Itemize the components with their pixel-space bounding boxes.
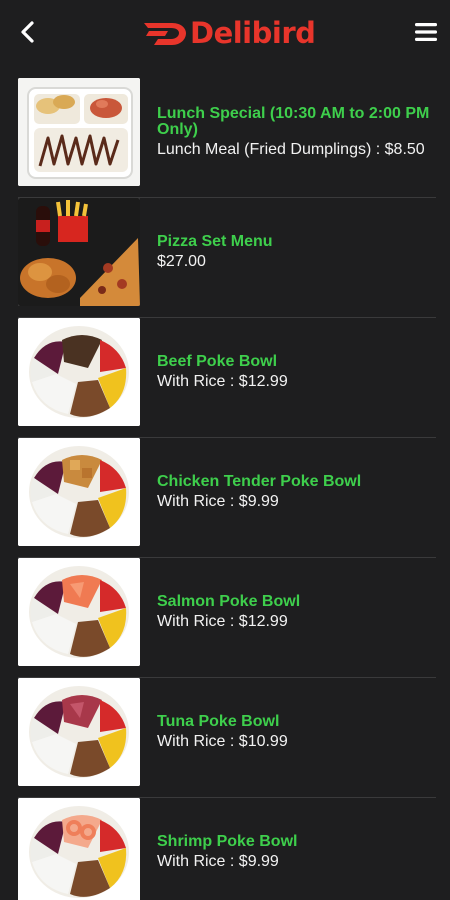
menu-item-info: Tuna Poke Bowl With Rice : $10.99 bbox=[157, 678, 438, 786]
menu-item[interactable]: Lunch Special (10:30 AM to 2:00 PM Only)… bbox=[0, 78, 450, 198]
menu-item[interactable]: Tuna Poke Bowl With Rice : $10.99 bbox=[0, 678, 450, 798]
menu-item-info: Lunch Special (10:30 AM to 2:00 PM Only)… bbox=[157, 78, 438, 186]
dumpling-meal-image bbox=[18, 78, 140, 186]
menu-item[interactable]: Beef Poke Bowl With Rice : $12.99 bbox=[0, 318, 450, 438]
salmon-poke-bowl-image bbox=[18, 558, 140, 666]
menu-item-name: Pizza Set Menu bbox=[157, 233, 273, 250]
menu-item-price: With Rice : $9.99 bbox=[157, 493, 279, 510]
menu-item-info: Beef Poke Bowl With Rice : $12.99 bbox=[157, 318, 438, 426]
hamburger-menu-icon[interactable] bbox=[412, 20, 440, 44]
beef-poke-bowl-image bbox=[18, 318, 140, 426]
menu-item-price: With Rice : $9.99 bbox=[157, 853, 279, 870]
pizza-set-image bbox=[18, 198, 140, 306]
tuna-poke-bowl-image bbox=[18, 678, 140, 786]
chicken-poke-bowl-image bbox=[18, 438, 140, 546]
menu-item-price: Lunch Meal (Fried Dumplings) : $8.50 bbox=[157, 141, 425, 158]
menu-item[interactable]: Chicken Tender Poke Bowl With Rice : $9.… bbox=[0, 438, 450, 558]
menu-item-info: Salmon Poke Bowl With Rice : $12.99 bbox=[157, 558, 438, 666]
menu-item[interactable]: Salmon Poke Bowl With Rice : $12.99 bbox=[0, 558, 450, 678]
menu-item-info: Shrimp Poke Bowl With Rice : $9.99 bbox=[157, 798, 438, 900]
menu-item-list: Lunch Special (10:30 AM to 2:00 PM Only)… bbox=[0, 78, 450, 900]
shrimp-poke-bowl-image bbox=[18, 798, 140, 900]
menu-item-price: With Rice : $12.99 bbox=[157, 373, 288, 390]
chevron-left-icon[interactable] bbox=[14, 18, 42, 46]
menu-item-name: Lunch Special (10:30 AM to 2:00 PM Only) bbox=[157, 105, 430, 138]
menu-item-price: $27.00 bbox=[157, 253, 206, 270]
menu-item-name: Tuna Poke Bowl bbox=[157, 713, 280, 730]
menu-item-name: Salmon Poke Bowl bbox=[157, 593, 301, 610]
menu-item-name: Shrimp Poke Bowl bbox=[157, 833, 298, 850]
app-title: Delibird bbox=[190, 16, 316, 50]
delibird-logo-icon bbox=[144, 23, 186, 45]
menu-item-price: With Rice : $12.99 bbox=[157, 613, 288, 630]
menu-item-name: Beef Poke Bowl bbox=[157, 353, 278, 370]
menu-item[interactable]: Shrimp Poke Bowl With Rice : $9.99 bbox=[0, 798, 450, 900]
brand-logo: Delibird bbox=[142, 14, 316, 52]
app-header: Delibird bbox=[0, 0, 450, 66]
menu-item-name: Chicken Tender Poke Bowl bbox=[157, 473, 362, 490]
menu-item-info: Chicken Tender Poke Bowl With Rice : $9.… bbox=[157, 438, 438, 546]
menu-item-price: With Rice : $10.99 bbox=[157, 733, 288, 750]
menu-item-info: Pizza Set Menu $27.00 bbox=[157, 198, 438, 306]
menu-item[interactable]: Pizza Set Menu $27.00 bbox=[0, 198, 450, 318]
